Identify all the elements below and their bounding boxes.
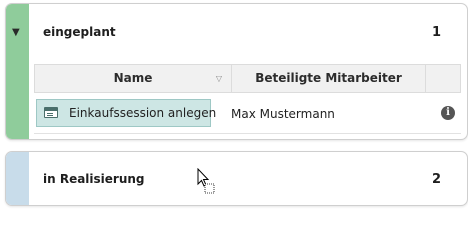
document-icon <box>44 107 58 118</box>
table-header: Name ▽ Beteiligte Mitarbeiter <box>34 64 461 93</box>
status-color-stripe <box>6 152 29 205</box>
column-header-members[interactable]: Beteiligte Mitarbeiter <box>232 65 426 92</box>
group-panel-in-realisierung[interactable]: in Realisierung 2 <box>5 151 468 206</box>
mouse-pointer-busy-icon <box>197 168 215 194</box>
column-header-name[interactable]: Name ▽ <box>35 65 232 92</box>
group-title[interactable]: eingeplant <box>43 25 116 39</box>
group-title[interactable]: in Realisierung <box>43 172 145 186</box>
group-count: 1 <box>431 25 441 40</box>
task-name: Einkaufssession anlegen <box>69 106 217 120</box>
collapse-triangle-icon[interactable]: ▼ <box>12 27 20 39</box>
task-members: Max Mustermann <box>231 107 335 121</box>
task-table: Name ▽ Beteiligte Mitarbeiter Einkaufsse… <box>34 64 461 134</box>
group-count: 2 <box>431 172 441 187</box>
table-row[interactable]: Einkaufssession anlegen Max Mustermann i <box>34 93 461 134</box>
info-icon[interactable]: i <box>441 106 455 120</box>
column-header-name-label: Name <box>113 71 153 85</box>
column-header-actions <box>426 65 460 92</box>
sort-indicator-icon[interactable]: ▽ <box>216 65 222 92</box>
task-name-cell[interactable]: Einkaufssession anlegen <box>36 99 216 127</box>
status-color-stripe <box>6 4 29 139</box>
group-panel-eingeplant: ▼ eingeplant 1 Name ▽ Beteiligte Mitarbe… <box>5 3 468 140</box>
